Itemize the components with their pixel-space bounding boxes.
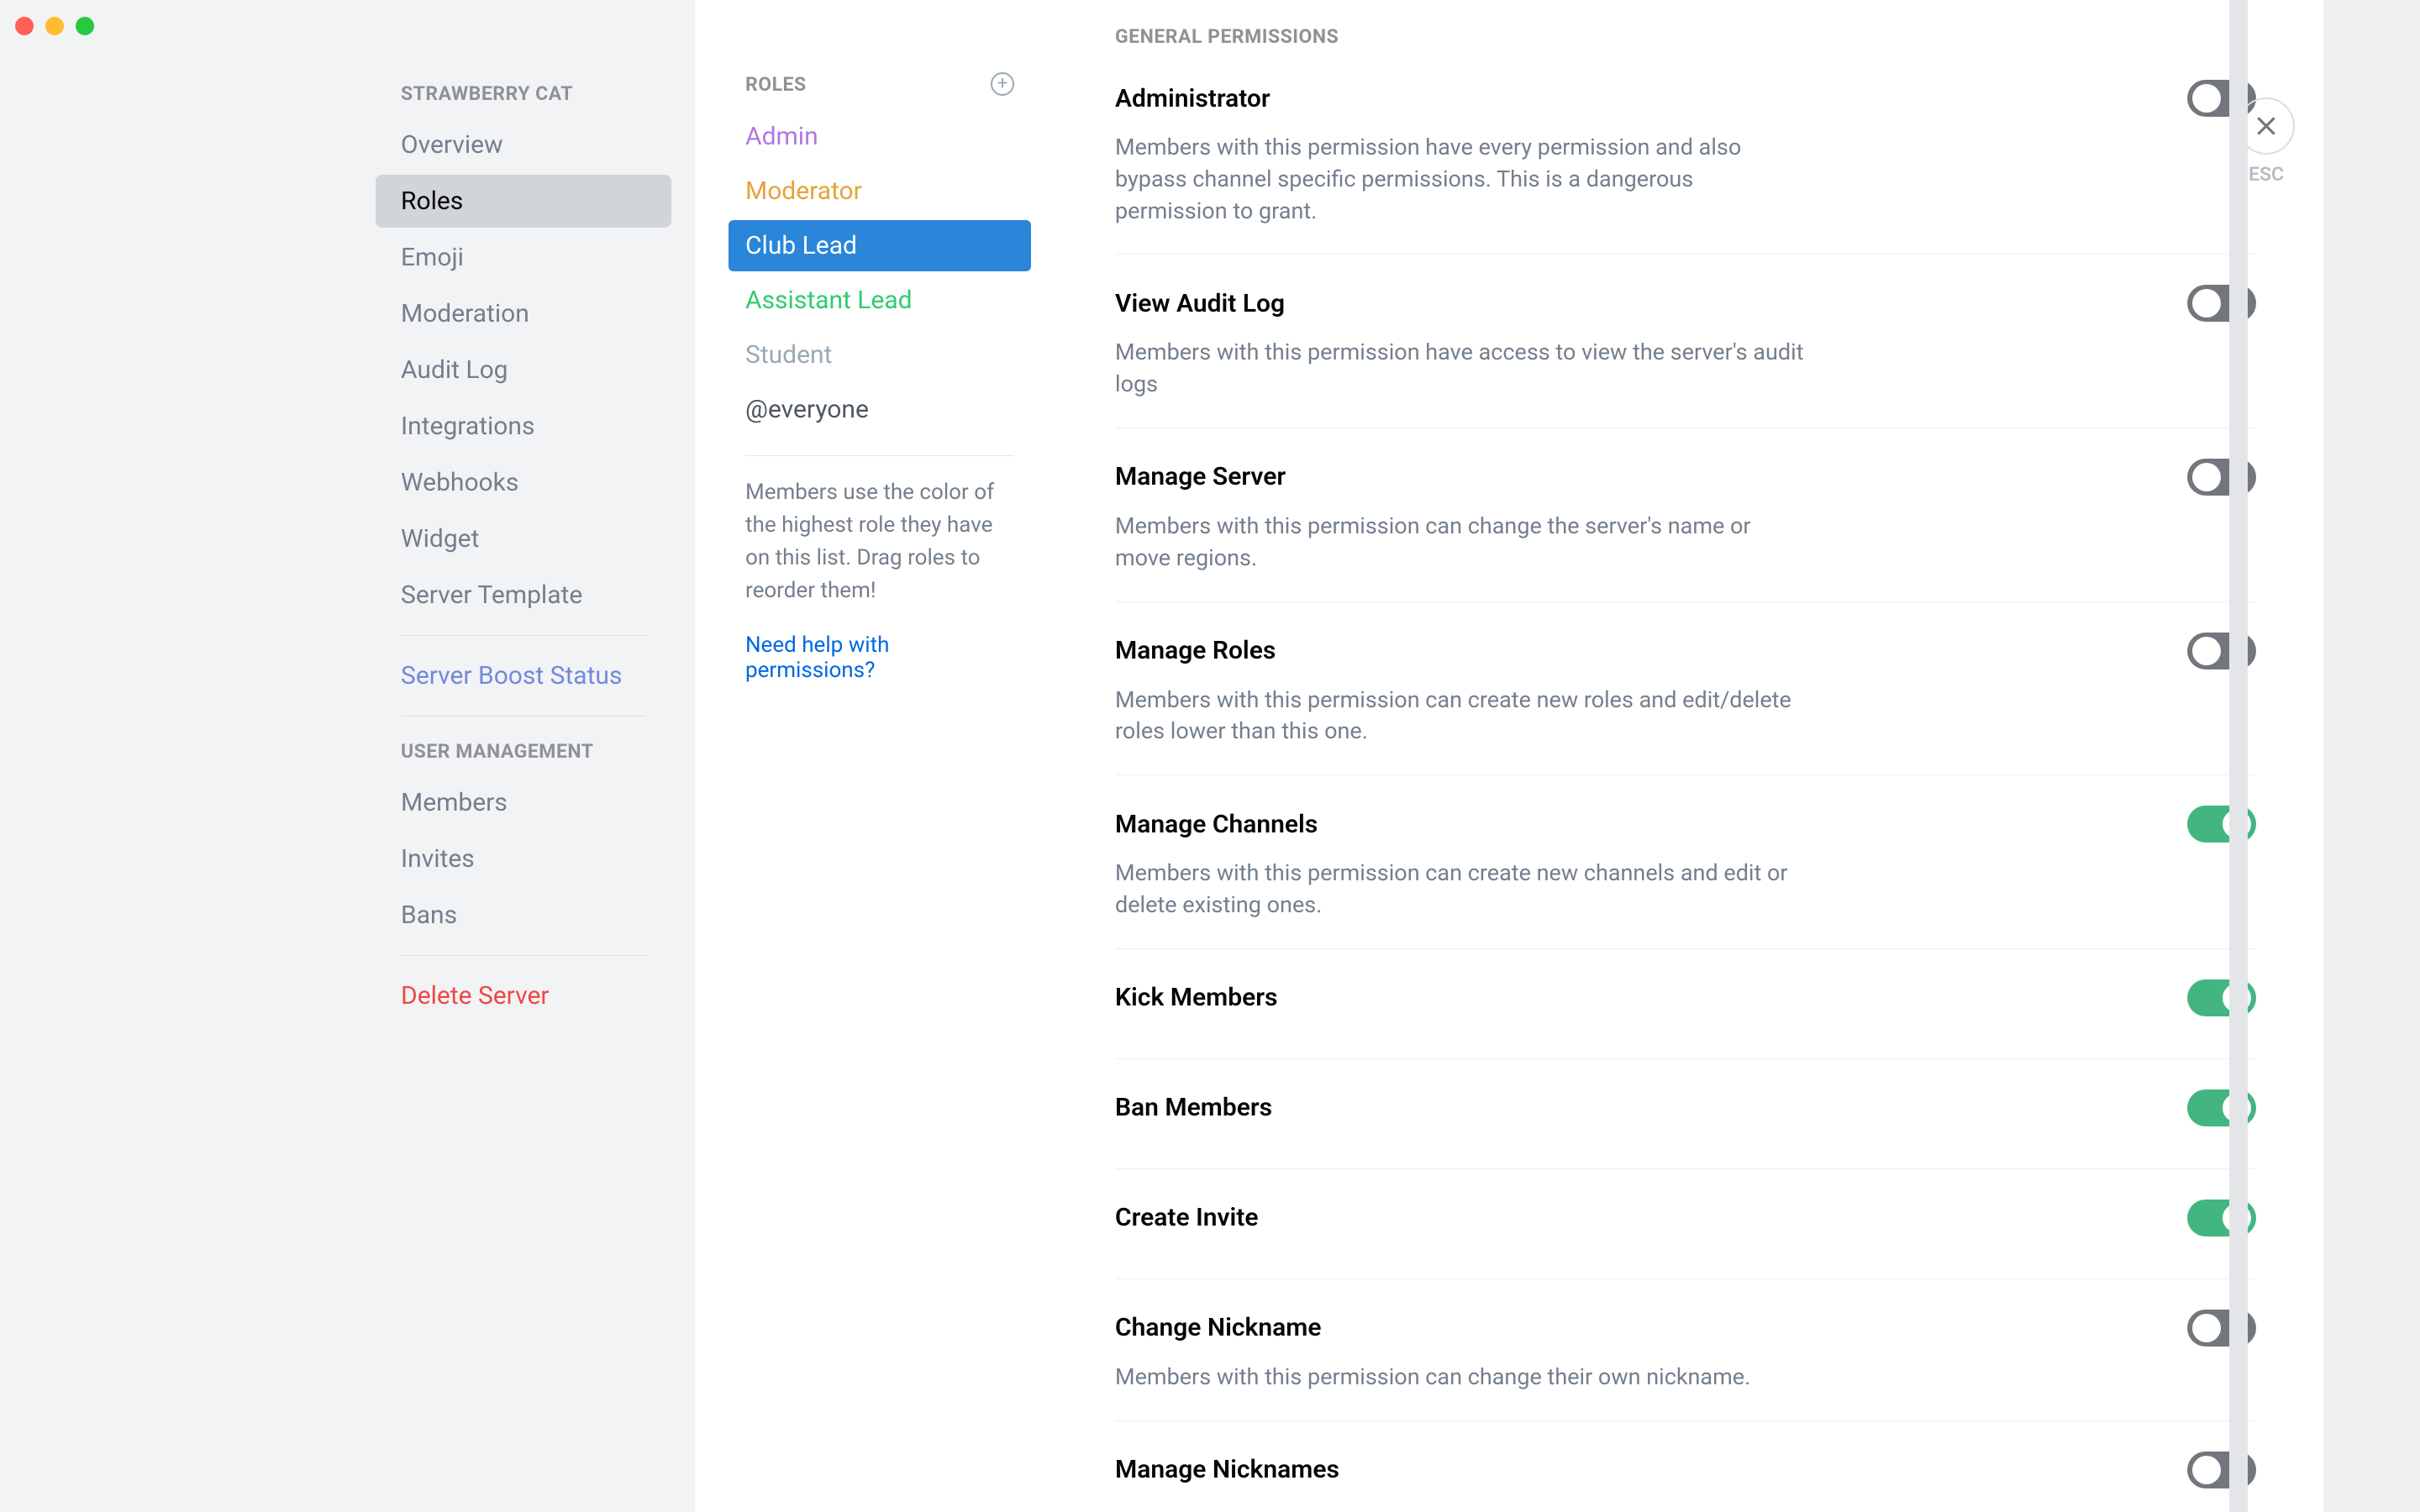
- server-settings-sidebar: STRAWBERRY CAT Overview Roles Emoji Mode…: [0, 0, 695, 1512]
- perm-manage-channels: Manage Channels Members with this permis…: [1115, 806, 2256, 949]
- perm-title: Create Invite: [1115, 1203, 1259, 1232]
- sidebar-item-members[interactable]: Members: [376, 776, 671, 829]
- roles-divider: [745, 455, 1014, 456]
- perm-change-nickname: Change Nickname Members with this permis…: [1115, 1310, 2256, 1421]
- role-item-assistant-lead[interactable]: Assistant Lead: [729, 275, 1031, 326]
- roles-header-label: ROLES: [745, 73, 807, 96]
- perm-desc: Members with this permission can change …: [1115, 1362, 1804, 1394]
- sidebar-item-boost-status[interactable]: Server Boost Status: [376, 649, 671, 702]
- window-controls[interactable]: [15, 17, 94, 35]
- role-item-club-lead[interactable]: Club Lead: [729, 220, 1031, 271]
- perm-ban-members: Ban Members: [1115, 1089, 2256, 1169]
- perm-manage-roles: Manage Roles Members with this permissio…: [1115, 633, 2256, 776]
- sidebar-item-delete-server[interactable]: Delete Server: [376, 969, 671, 1022]
- sidebar-item-server-template[interactable]: Server Template: [376, 569, 671, 622]
- esc-label: ESC: [2249, 163, 2284, 186]
- perm-title: Manage Server: [1115, 462, 1286, 491]
- minimize-window-icon[interactable]: [45, 17, 64, 35]
- sidebar-item-bans[interactable]: Bans: [376, 889, 671, 942]
- perm-create-invite: Create Invite: [1115, 1200, 2256, 1279]
- roles-list-column: ROLES + Admin Moderator Club Lead Assist…: [695, 0, 1048, 1512]
- role-item-student[interactable]: Student: [729, 329, 1031, 381]
- perm-title: Change Nickname: [1115, 1313, 1321, 1342]
- perm-title: Manage Roles: [1115, 636, 1276, 665]
- scrollbar[interactable]: [2229, 0, 2248, 1512]
- sidebar-divider: [401, 716, 646, 717]
- sidebar-item-overview[interactable]: Overview: [376, 118, 671, 171]
- right-gutter: [2344, 0, 2420, 1512]
- perm-view-audit-log: View Audit Log Members with this permiss…: [1115, 285, 2256, 428]
- close-window-icon[interactable]: [15, 17, 34, 35]
- role-item-admin[interactable]: Admin: [729, 111, 1031, 162]
- sidebar-item-integrations[interactable]: Integrations: [376, 400, 671, 453]
- perm-desc: Members with this permission have access…: [1115, 337, 1804, 401]
- perm-desc: Members with this permission can create …: [1115, 858, 1804, 921]
- perm-title: Administrator: [1115, 84, 1270, 113]
- server-name-header: STRAWBERRY CAT: [376, 72, 671, 115]
- sidebar-item-audit-log[interactable]: Audit Log: [376, 344, 671, 396]
- perm-title: Ban Members: [1115, 1093, 1272, 1122]
- sidebar-item-moderation[interactable]: Moderation: [376, 287, 671, 340]
- perm-desc: Members with this permission have every …: [1115, 132, 1804, 227]
- user-management-header: USER MANAGEMENT: [376, 730, 671, 773]
- perm-title: View Audit Log: [1115, 289, 1285, 318]
- sidebar-item-webhooks[interactable]: Webhooks: [376, 456, 671, 509]
- roles-help-link[interactable]: Need help with permissions?: [729, 633, 1031, 683]
- maximize-window-icon[interactable]: [76, 17, 94, 35]
- perm-manage-nicknames: Manage Nicknames: [1115, 1452, 2256, 1512]
- sidebar-divider: [401, 635, 646, 636]
- sidebar-item-invites[interactable]: Invites: [376, 832, 671, 885]
- perm-manage-server: Manage Server Members with this permissi…: [1115, 459, 2256, 602]
- perm-desc: Members with this permission can create …: [1115, 685, 1804, 748]
- roles-hint-text: Members use the color of the highest rol…: [729, 476, 1031, 607]
- sidebar-divider: [401, 955, 646, 956]
- add-role-icon[interactable]: +: [991, 72, 1014, 96]
- sidebar-item-roles[interactable]: Roles: [376, 175, 671, 228]
- role-item-moderator[interactable]: Moderator: [729, 165, 1031, 217]
- permissions-panel: GENERAL PERMISSIONS Administrator Member…: [1048, 0, 2323, 1512]
- perm-title: Manage Channels: [1115, 810, 1318, 839]
- permissions-section-header: GENERAL PERMISSIONS: [1115, 25, 2256, 48]
- perm-desc: Members with this permission can change …: [1115, 511, 1804, 575]
- close-icon: [2254, 113, 2279, 139]
- role-item-everyone[interactable]: @everyone: [729, 384, 1031, 435]
- perm-title: Kick Members: [1115, 983, 1277, 1012]
- perm-kick-members: Kick Members: [1115, 979, 2256, 1059]
- perm-administrator: Administrator Members with this permissi…: [1115, 80, 2256, 255]
- sidebar-item-emoji[interactable]: Emoji: [376, 231, 671, 284]
- perm-title: Manage Nicknames: [1115, 1455, 1339, 1484]
- sidebar-item-widget[interactable]: Widget: [376, 512, 671, 565]
